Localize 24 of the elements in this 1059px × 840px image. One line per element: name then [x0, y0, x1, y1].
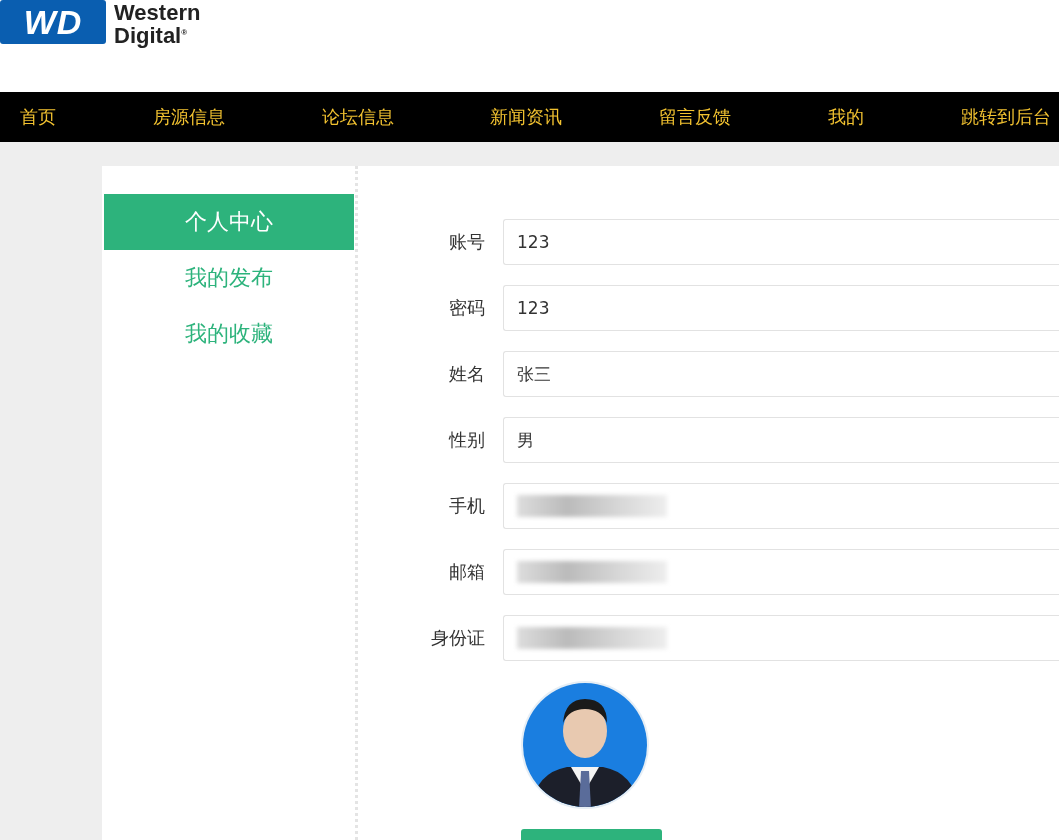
- field-label: 身份证: [430, 626, 486, 650]
- input-field[interactable]: 男: [503, 417, 1059, 463]
- input-field[interactable]: [503, 615, 1059, 661]
- nav-link[interactable]: 跳转到后台: [960, 105, 1051, 129]
- input-field[interactable]: 张三: [503, 351, 1059, 397]
- nav-link[interactable]: 论坛信息: [321, 105, 394, 129]
- input-field[interactable]: 123: [503, 219, 1059, 265]
- field-label: 性别: [447, 428, 486, 452]
- nav-link[interactable]: 房源信息: [152, 105, 225, 129]
- field-label: 邮箱: [448, 560, 486, 584]
- input-field[interactable]: [503, 549, 1059, 595]
- field-label: 账号: [448, 230, 486, 254]
- nav-link[interactable]: 首页: [20, 105, 56, 129]
- logo-text: Western: [114, 3, 201, 23]
- input-field[interactable]: [503, 483, 1059, 529]
- logo-text: Digital$^{®}$: [114, 23, 189, 47]
- nav-link[interactable]: 留言反馈: [659, 105, 732, 129]
- input-field[interactable]: 123: [503, 285, 1059, 331]
- logo-badge: WD: [0, 0, 106, 44]
- field-label: 手机: [448, 494, 486, 518]
- nav-link[interactable]: 我的: [828, 105, 865, 129]
- nav-link[interactable]: 新闻资讯: [490, 105, 563, 129]
- field-label: 姓名: [448, 362, 486, 386]
- field-label: 密码: [448, 296, 486, 320]
